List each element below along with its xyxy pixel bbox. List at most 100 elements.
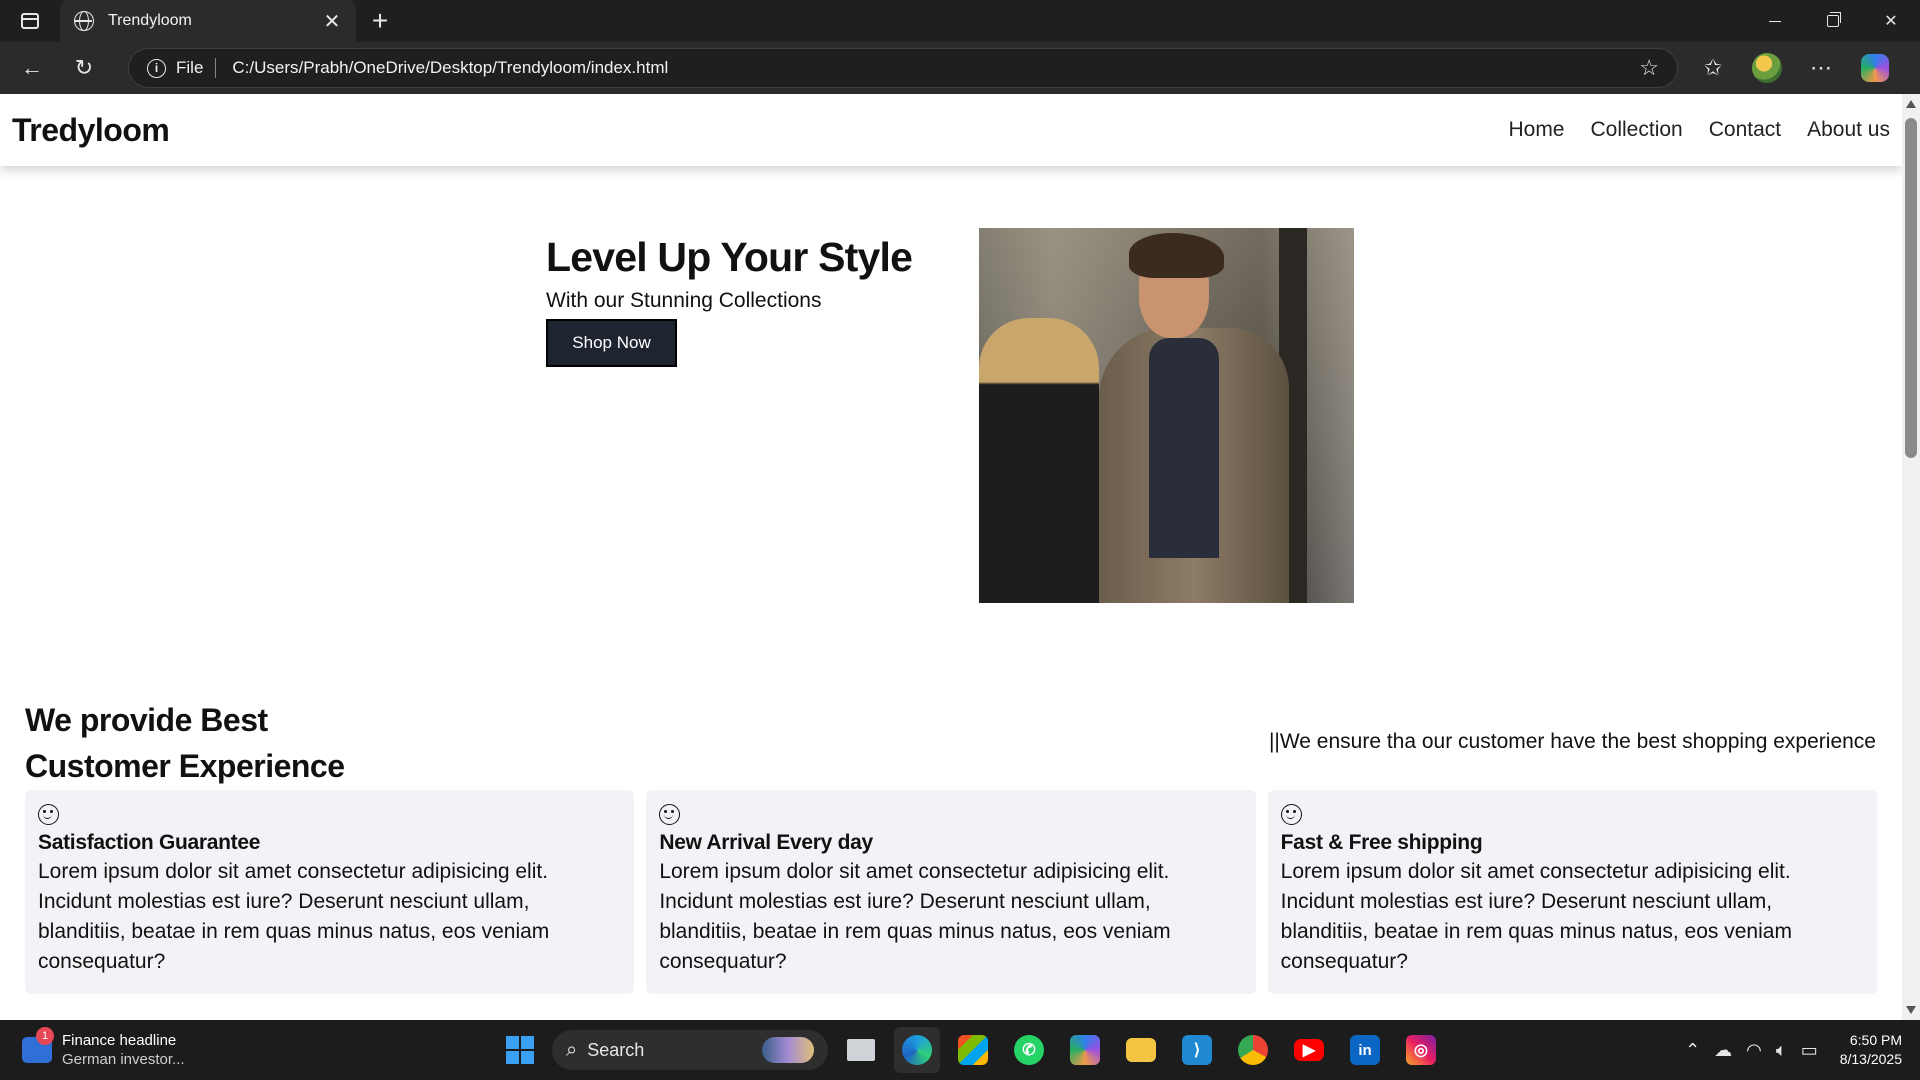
browser-titlebar: Trendyloom ✕ + ✕ <box>0 0 1920 42</box>
browser-tab[interactable]: Trendyloom ✕ <box>60 0 356 42</box>
star-icon[interactable]: ☆ <box>1639 55 1659 81</box>
taskbar-apps: ⌕ Search ✆ ⟩ ▶ in ◎ <box>498 1020 1444 1080</box>
nav-contact[interactable]: Contact <box>1709 118 1781 142</box>
hero-image-sweater <box>1149 338 1219 558</box>
tab-actions-icon <box>21 13 39 29</box>
feature-card: New Arrival Every day Lorem ipsum dolor … <box>646 790 1256 994</box>
scroll-up-icon[interactable] <box>1906 100 1916 108</box>
linkedin-app[interactable]: in <box>1342 1027 1388 1073</box>
page-viewport: Tredyloom Home Collection Contact About … <box>0 94 1902 1020</box>
widgets-button[interactable]: 1 Finance headline German investor... <box>22 1027 222 1069</box>
section-side-text: ||We ensure tha our customer have the be… <box>1268 730 1876 753</box>
file-explorer-app[interactable] <box>1118 1027 1164 1073</box>
hero-image-passerby <box>979 318 1099 603</box>
profile-button[interactable] <box>1740 48 1794 88</box>
battery-icon[interactable]: ▭ <box>1801 1040 1818 1061</box>
new-tab-button[interactable]: + <box>356 0 404 42</box>
site-nav-links: Home Collection Contact About us <box>1508 118 1890 142</box>
widget-title: Finance headline <box>62 1032 177 1049</box>
copilot-icon <box>1861 54 1889 82</box>
card-text: Lorem ipsum dolor sit amet consectetur a… <box>659 860 1171 973</box>
back-button[interactable]: ← <box>6 48 58 88</box>
scroll-down-icon[interactable] <box>1906 1006 1916 1014</box>
card-text: Lorem ipsum dolor sit amet consectetur a… <box>38 860 550 973</box>
folder-icon <box>1126 1038 1156 1062</box>
notification-badge: 1 <box>36 1027 54 1045</box>
nav-about[interactable]: About us <box>1807 118 1890 142</box>
scroll-thumb[interactable] <box>1905 118 1917 458</box>
hero-section: Level Up Your Style With our Stunning Co… <box>546 234 926 367</box>
more-icon: ⋯ <box>1810 55 1832 80</box>
search-icon: ⌕ <box>566 1038 578 1061</box>
search-label: Search <box>587 1039 645 1060</box>
edge-app[interactable] <box>894 1027 940 1073</box>
widget-text: Finance headline German investor... <box>62 1031 185 1069</box>
favorites-icon: ✩ <box>1703 55 1723 80</box>
taskbar: 1 Finance headline German investor... ⌕ … <box>0 1020 1920 1080</box>
vscode-app[interactable]: ⟩ <box>1174 1027 1220 1073</box>
search-highlight-icon <box>762 1037 814 1063</box>
site-navbar: Tredyloom Home Collection Contact About … <box>0 94 1902 166</box>
section-title: We provide Best Customer Experience <box>25 702 345 784</box>
close-tab-icon[interactable]: ✕ <box>320 9 344 34</box>
restore-icon <box>1827 12 1841 27</box>
refresh-button[interactable]: ↻ <box>58 48 110 88</box>
card-title: New Arrival Every day <box>659 831 873 854</box>
nav-home[interactable]: Home <box>1508 118 1564 142</box>
wifi-icon[interactable]: ◠ <box>1746 1040 1762 1061</box>
refresh-icon: ↻ <box>74 55 94 80</box>
edge-icon <box>902 1035 932 1065</box>
chrome-app[interactable] <box>1230 1027 1276 1073</box>
hero-subtitle: With our Stunning Collections <box>546 289 822 312</box>
avatar <box>1752 53 1782 83</box>
copilot-button[interactable] <box>1848 48 1902 88</box>
start-button[interactable] <box>498 1028 542 1072</box>
task-view-button[interactable] <box>838 1027 884 1073</box>
clock-date: 8/13/2025 <box>1839 1051 1902 1067</box>
card-title: Fast & Free shipping <box>1280 831 1483 854</box>
store-app[interactable] <box>950 1027 996 1073</box>
page-scrollbar[interactable] <box>1902 94 1920 1020</box>
close-icon: ✕ <box>1884 13 1898 30</box>
minimize-icon <box>1769 20 1781 22</box>
clock[interactable]: 6:50 PM 8/13/2025 <box>1840 1031 1902 1069</box>
info-icon[interactable]: i <box>147 58 166 78</box>
widgets-icon: 1 <box>22 1027 54 1063</box>
tab-title: Trendyloom <box>108 12 192 29</box>
onedrive-icon[interactable]: ☁ <box>1714 1040 1732 1061</box>
favorites-button[interactable]: ✩ <box>1686 48 1740 88</box>
instagram-app[interactable]: ◎ <box>1398 1027 1444 1073</box>
url-text[interactable]: C:/Users/Prabh/OneDrive/Desktop/Trendylo… <box>232 58 1639 78</box>
task-view-icon <box>847 1039 875 1061</box>
volume-icon[interactable]: 🔈︎ <box>1776 1040 1787 1061</box>
taskbar-search[interactable]: ⌕ Search <box>552 1030 828 1070</box>
whatsapp-app[interactable]: ✆ <box>1006 1027 1052 1073</box>
start-tile <box>521 1051 534 1064</box>
chrome-icon <box>1238 1035 1268 1065</box>
hero-image <box>979 228 1354 603</box>
minimize-button[interactable] <box>1746 0 1804 42</box>
window-controls: ✕ <box>1746 0 1920 42</box>
restore-button[interactable] <box>1804 0 1862 42</box>
hero-title: Level Up Your Style <box>546 234 913 280</box>
store-icon <box>958 1035 988 1065</box>
feature-card: Fast & Free shipping Lorem ipsum dolor s… <box>1267 790 1877 994</box>
linkedin-icon: in <box>1350 1035 1380 1065</box>
smile-icon <box>1280 804 1302 825</box>
youtube-app[interactable]: ▶ <box>1286 1027 1332 1073</box>
whatsapp-icon: ✆ <box>1014 1035 1044 1065</box>
close-window-button[interactable]: ✕ <box>1862 0 1920 42</box>
start-tile <box>521 1036 534 1049</box>
tab-actions-button[interactable] <box>0 0 60 42</box>
instagram-icon: ◎ <box>1406 1035 1436 1065</box>
clock-time: 6:50 PM <box>1849 1032 1902 1048</box>
site-brand[interactable]: Tredyloom <box>12 112 170 149</box>
feature-card: Satisfaction Guarantee Lorem ipsum dolor… <box>25 790 635 994</box>
shop-now-button[interactable]: Shop Now <box>546 319 677 367</box>
browser-toolbar: ← ↻ i File C:/Users/Prabh/OneDrive/Deskt… <box>0 42 1920 94</box>
more-button[interactable]: ⋯ <box>1794 48 1848 88</box>
address-bar[interactable]: i File C:/Users/Prabh/OneDrive/Desktop/T… <box>128 48 1678 88</box>
nav-collection[interactable]: Collection <box>1591 118 1683 142</box>
chevron-up-icon[interactable]: ⌃ <box>1685 1040 1700 1061</box>
copilot-app[interactable] <box>1062 1027 1108 1073</box>
